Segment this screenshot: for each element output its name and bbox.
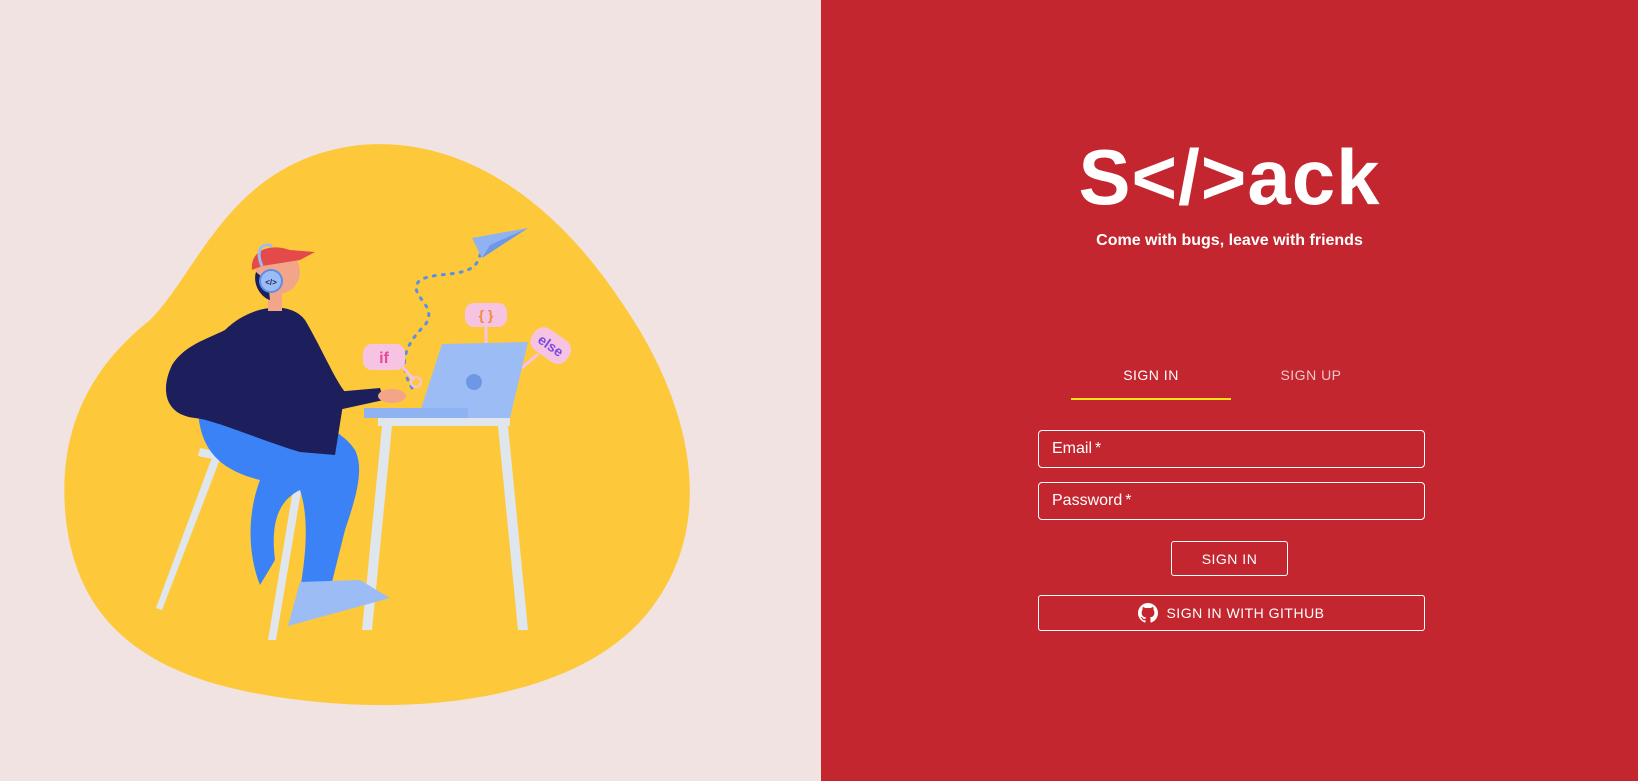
password-required-mark: * bbox=[1125, 492, 1132, 509]
app-logo: S</>ack bbox=[1078, 133, 1381, 221]
github-icon bbox=[1138, 603, 1159, 623]
svg-text:</>: </> bbox=[265, 278, 277, 287]
auth-tabs: SIGN IN SIGN UP bbox=[1071, 360, 1391, 400]
app-tagline: Come with bugs, leave with friends bbox=[1096, 232, 1363, 249]
email-label: Email bbox=[1052, 440, 1093, 457]
email-field[interactable]: Email * bbox=[1038, 430, 1425, 468]
password-label: Password bbox=[1052, 492, 1123, 509]
tab-sign-up[interactable]: SIGN UP bbox=[1231, 360, 1391, 398]
password-field[interactable]: Password * bbox=[1038, 482, 1425, 520]
svg-text:{ }: { } bbox=[479, 307, 494, 323]
sign-in-button-label: SIGN IN bbox=[1201, 550, 1258, 567]
tab-sign-in[interactable]: SIGN IN bbox=[1071, 360, 1231, 400]
email-required-mark: * bbox=[1095, 440, 1102, 457]
svg-text:if: if bbox=[379, 350, 389, 367]
sign-in-button[interactable]: SIGN IN bbox=[1171, 541, 1288, 576]
illustration-panel: if { } else </> bbox=[0, 0, 821, 781]
login-page: if { } else </> S</>ack Come with bugs, … bbox=[0, 0, 1638, 781]
login-panel: S</>ack Come with bugs, leave with frien… bbox=[821, 0, 1638, 781]
github-button-label: SIGN IN WITH GITHUB bbox=[1166, 605, 1325, 621]
developer-illustration: if { } else </> bbox=[64, 144, 690, 706]
yellow-blob bbox=[64, 144, 690, 706]
sign-in-with-github-button[interactable]: SIGN IN WITH GITHUB bbox=[1038, 595, 1425, 631]
